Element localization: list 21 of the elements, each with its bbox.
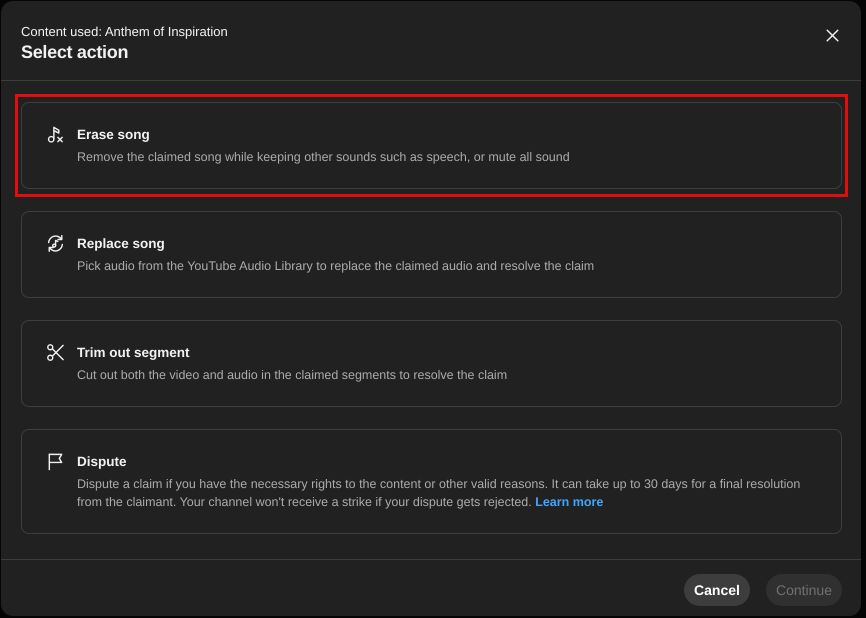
learn-more-link[interactable]: Learn more <box>535 495 604 509</box>
option-description: Dispute a claim if you have the necessary rights to the content or other valid reasons. It can take up to 30 days for a final resolution from the claimant. Your channel won't receive a strike if your dispute gets rejected. Learn more <box>77 476 802 511</box>
action-option[interactable]: Erase song Remove the claimed song while keeping other sounds such as speech, or mute all sound <box>21 102 842 189</box>
circular-arrows-note-icon <box>46 234 65 253</box>
option-title: Erase song <box>77 126 151 144</box>
option-title: Dispute <box>77 453 128 471</box>
option-description: Pick audio from the YouTube Audio Library to replace the claimed audio and resolve the claim <box>77 258 596 275</box>
option-title: Replace song <box>77 235 166 253</box>
dialog-subtitle: Content used: Anthem of Inspiration <box>21 24 228 40</box>
dialog-title: Select action <box>21 41 130 64</box>
action-option[interactable]: Trim out segment Cut out both the video and audio in the claimed segments to resolve the claim <box>21 320 842 407</box>
flag-icon <box>46 452 65 471</box>
action-option[interactable] <box>21 429 842 534</box>
music-note-x-icon <box>46 125 65 144</box>
action-option[interactable]: Replace song Pick audio from the YouTube Audio Library to replace the claimed audio and resolve the claim <box>21 211 842 298</box>
close-icon[interactable] <box>826 29 839 42</box>
option-description: Cut out both the video and audio in the claimed segments to resolve the claim <box>77 367 508 384</box>
scissors-icon <box>46 343 65 362</box>
cancel-button[interactable]: Cancel <box>684 574 750 606</box>
option-description: Remove the claimed song while keeping other sounds such as speech, or mute all sound <box>77 149 571 166</box>
option-title: Trim out segment <box>77 344 191 362</box>
